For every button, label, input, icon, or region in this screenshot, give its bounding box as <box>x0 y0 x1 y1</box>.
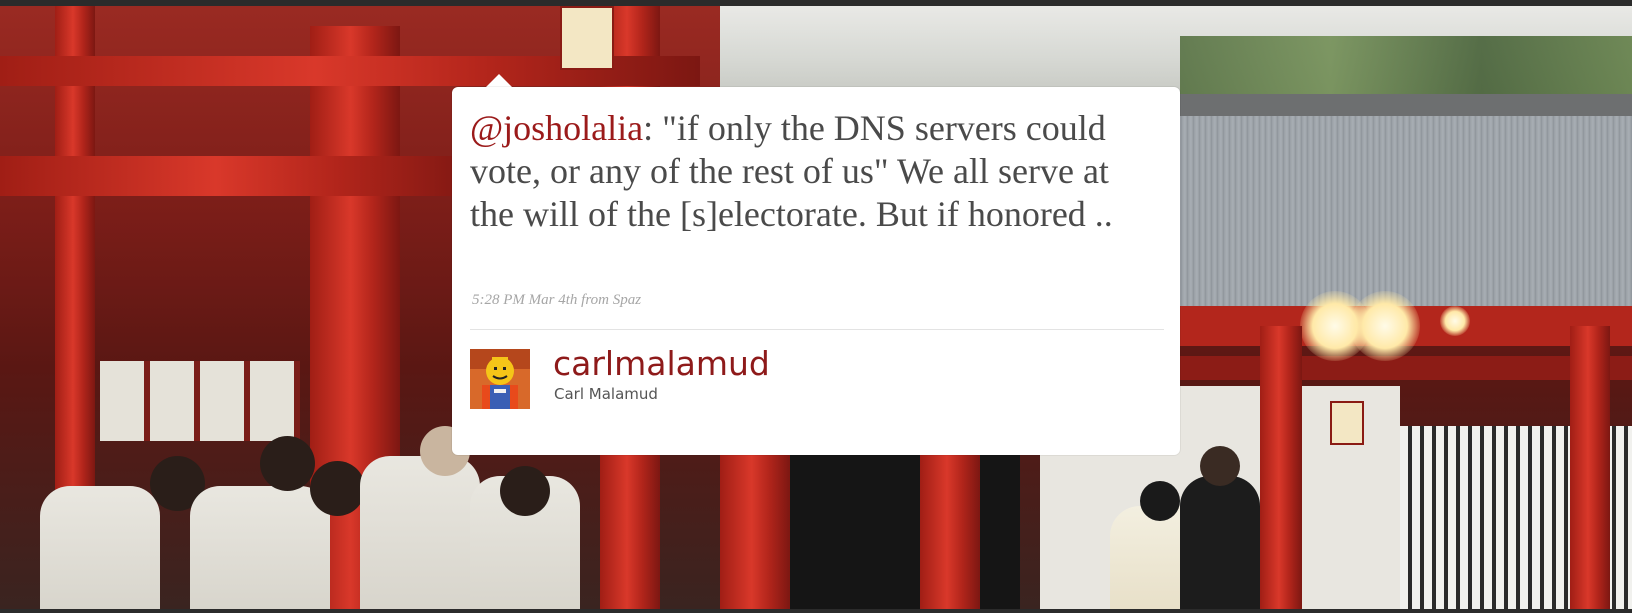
banner-panel <box>100 361 300 441</box>
lantern <box>1330 401 1364 445</box>
person-head <box>310 461 365 516</box>
person-head <box>1200 446 1240 486</box>
person-head <box>260 436 315 491</box>
avatar-image <box>470 349 530 409</box>
red-pillar <box>920 446 980 609</box>
person-head <box>500 466 550 516</box>
dark-doorway <box>790 446 1020 609</box>
tweet-timestamp[interactable]: 5:28 PM Mar 4th <box>472 292 577 308</box>
tweet-meta: 5:28 PM Mar 4th from Spaz <box>472 292 641 309</box>
username-link[interactable]: carlmalamud <box>553 344 770 384</box>
person-robe <box>40 486 160 609</box>
red-pillar <box>1570 326 1610 609</box>
person-dark-suit <box>1180 476 1260 609</box>
person-robe <box>360 456 480 609</box>
tiled-roof <box>1170 116 1632 306</box>
card-pointer <box>485 74 513 88</box>
priest-hat <box>1140 481 1180 521</box>
lego-figure-avatar[interactable] <box>470 349 530 409</box>
bottom-bar <box>0 609 1632 613</box>
author-full-name: Carl Malamud <box>554 385 658 403</box>
divider <box>470 329 1164 330</box>
page: @josholalia: "if only the DNS servers co… <box>0 0 1632 613</box>
red-pillar <box>720 446 790 609</box>
person-robe <box>190 486 330 609</box>
red-crossbeam <box>0 156 480 196</box>
tweet-source-prefix: from <box>581 292 609 308</box>
tweet-source[interactable]: Spaz <box>613 292 641 308</box>
tweet-card: @josholalia: "if only the DNS servers co… <box>452 87 1180 455</box>
tweet-text: @josholalia: "if only the DNS servers co… <box>470 107 1150 236</box>
mention-link[interactable]: @josholalia <box>470 108 643 148</box>
lamp-light <box>1440 306 1470 336</box>
lantern <box>560 6 614 70</box>
red-pillar <box>1260 326 1302 609</box>
lamp-light <box>1350 291 1420 361</box>
trees <box>1180 36 1632 96</box>
